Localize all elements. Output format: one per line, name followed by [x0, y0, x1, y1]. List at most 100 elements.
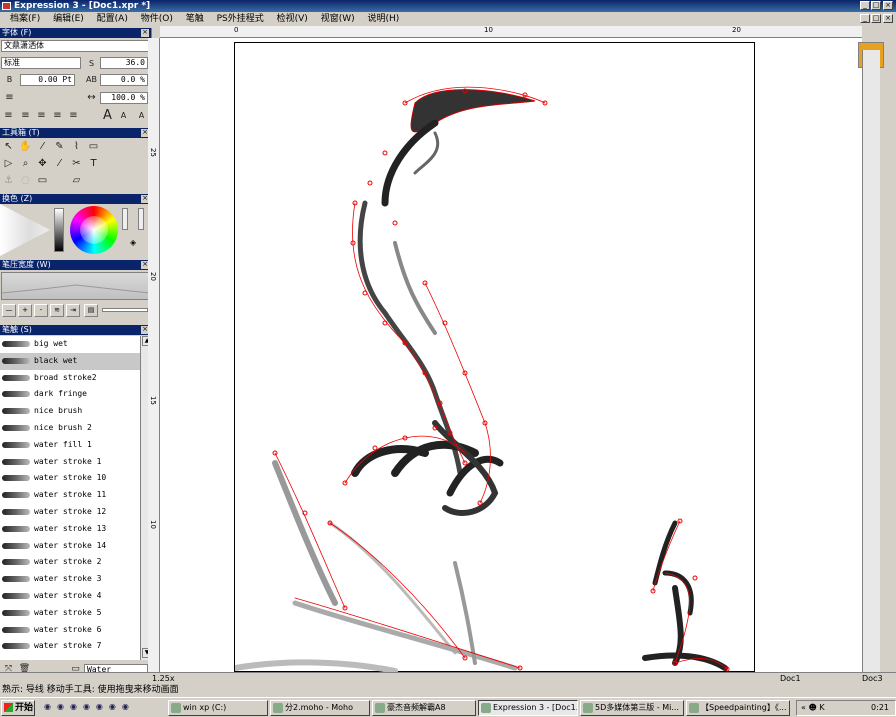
brush-name: water stroke 6	[34, 624, 102, 634]
direct-select-icon[interactable]: ▷	[1, 156, 16, 171]
font-size-input[interactable]: 36.0	[100, 57, 148, 69]
horizontal-ruler[interactable]: 0 10 20	[160, 26, 862, 38]
font-style-select[interactable]: 标准	[1, 57, 81, 69]
brush-icon[interactable]: ⁄	[35, 139, 50, 154]
list-item[interactable]: black wet	[0, 352, 140, 370]
list-item[interactable]: water stroke 5	[0, 605, 140, 622]
task-audio[interactable]: 豪杰音频解霸A8	[372, 700, 476, 716]
text-tool-icon[interactable]: T	[86, 156, 101, 171]
tracking-input[interactable]: 0.0 %	[100, 74, 148, 86]
menu-arrange[interactable]: 配置(A)	[97, 14, 128, 24]
lightness-slider[interactable]	[54, 208, 64, 252]
pen-icon[interactable]: ✎	[52, 139, 67, 154]
artwork[interactable]	[235, 43, 756, 673]
menu-brush[interactable]: 笔触	[186, 14, 204, 24]
menu-object[interactable]: 物件(O)	[141, 14, 173, 24]
list-item[interactable]: water fill 1	[0, 437, 140, 454]
align-force-icon[interactable]: ≡	[66, 108, 81, 123]
bezier-icon[interactable]: ⌇	[69, 139, 84, 154]
import-icon[interactable]: ⇥	[66, 304, 80, 317]
list-item[interactable]: water stroke 11	[0, 487, 140, 504]
menu-ps-plugin[interactable]: PS外挂程式	[217, 14, 264, 24]
list-item[interactable]: water stroke 14	[0, 538, 140, 555]
select-arrow-icon[interactable]: ↖	[1, 139, 16, 154]
brush-name: water stroke 1	[34, 456, 102, 466]
align-left-icon[interactable]: ≡	[1, 108, 16, 123]
opacity-slider[interactable]	[122, 208, 128, 230]
transform-icon[interactable]: ✥	[35, 156, 50, 171]
task-speedpainting[interactable]: 【Speedpainting】《...	[686, 700, 790, 716]
add-point-icon[interactable]: +	[18, 304, 32, 317]
align-right-icon[interactable]: ≡	[34, 108, 49, 123]
export-icon[interactable]: ▤	[84, 304, 98, 317]
document-page[interactable]	[234, 42, 756, 673]
list-item[interactable]: water stroke 12	[0, 504, 140, 521]
list-item[interactable]: water stroke 3	[0, 571, 140, 588]
vertical-ruler[interactable]: 25 20 15 10	[148, 38, 160, 672]
menu-file[interactable]: 档案(F)	[10, 14, 40, 24]
lasso-icon[interactable]: ◌	[18, 173, 33, 188]
start-button[interactable]: 开始	[1, 700, 35, 716]
list-item[interactable]: water stroke 10	[0, 470, 140, 487]
task-expression[interactable]: Expression 3 - [Doc1...	[478, 700, 578, 716]
eraser-icon[interactable]: ▱	[69, 173, 84, 188]
doc-close-button[interactable]: ×	[883, 14, 893, 23]
doc-tab-2[interactable]: Doc3	[862, 673, 883, 684]
task-5d[interactable]: 5D多媒体第三版 - Mi...	[580, 700, 684, 716]
list-item[interactable]: water stroke 1	[0, 454, 140, 471]
list-item[interactable]: water stroke 7	[0, 638, 140, 655]
baseline-input[interactable]: 0.00 Pt	[20, 74, 75, 86]
zoom-level[interactable]: 1.25x	[152, 673, 175, 684]
marquee-icon[interactable]: ▭	[86, 139, 101, 154]
color-swatch[interactable]	[0, 204, 50, 256]
list-item[interactable]: broad stroke2	[0, 370, 140, 387]
list-item[interactable]: nice brush 2	[0, 420, 140, 437]
list-item[interactable]: water stroke 4	[0, 588, 140, 605]
app-icon	[2, 2, 11, 10]
list-item[interactable]: big wet	[0, 336, 140, 353]
list-item[interactable]: water stroke 2	[0, 554, 140, 571]
close-icon[interactable]: ×	[141, 29, 149, 37]
menu-window[interactable]: 视窗(W)	[321, 14, 355, 24]
hand-icon[interactable]: ✋	[18, 139, 33, 154]
align-center-icon[interactable]: ≡	[18, 108, 33, 123]
menu-help[interactable]: 说明(H)	[367, 14, 399, 24]
font-name-select[interactable]: 文鼎潇洒体	[1, 40, 149, 52]
text-superscript-icon[interactable]: A	[116, 108, 131, 123]
task-winxp[interactable]: win xp (C:)	[168, 700, 268, 716]
align-justify-icon[interactable]: ≡	[50, 108, 65, 123]
doc-tab[interactable]: Doc1	[780, 673, 801, 684]
list-item[interactable]: water stroke 6	[0, 622, 140, 639]
rectangle-icon[interactable]: ▭	[35, 173, 50, 188]
close-button[interactable]: ×	[883, 1, 893, 10]
palette-icon[interactable]: ◈	[130, 238, 136, 247]
pressure-slider[interactable]	[102, 308, 148, 312]
color-wheel[interactable]	[70, 206, 118, 254]
eyedropper-icon[interactable]: ⁄	[52, 156, 67, 171]
wave-icon[interactable]: ≋	[50, 304, 64, 317]
list-item[interactable]: dark fringe	[0, 386, 140, 403]
zoom-icon[interactable]: ⌕	[18, 156, 33, 171]
doc-restore-button[interactable]: □	[871, 14, 881, 23]
list-item[interactable]: nice brush	[0, 403, 140, 420]
menu-edit[interactable]: 编辑(E)	[53, 14, 84, 24]
text-large-icon[interactable]: A	[100, 108, 115, 123]
menu-view[interactable]: 检视(V)	[277, 14, 308, 24]
maximize-button[interactable]: □	[871, 1, 881, 10]
canvas-vertical-scrollbar[interactable]	[862, 50, 880, 672]
tray-icons[interactable]: « ☻ K	[801, 701, 825, 715]
list-item[interactable]: water stroke 13	[0, 521, 140, 538]
saturation-slider[interactable]	[138, 208, 144, 230]
pressure-flat-icon[interactable]: —	[2, 304, 16, 317]
minimize-button[interactable]: _	[860, 1, 870, 10]
remove-point-icon[interactable]: -	[34, 304, 48, 317]
text-subscript-icon[interactable]: A	[134, 108, 149, 123]
task-moho[interactable]: 分2.moho - Moho	[270, 700, 370, 716]
scissors-icon[interactable]: ✂	[69, 156, 84, 171]
pressure-curve[interactable]	[1, 272, 150, 300]
scale-input[interactable]: 100.0 %	[100, 92, 148, 104]
leading-icon[interactable]: ≡	[2, 90, 17, 105]
doc-minimize-button[interactable]: _	[860, 14, 870, 23]
anchor-icon[interactable]: ⚓	[1, 173, 16, 188]
quicklaunch-icons[interactable]: ◉◉◉◉◉◉◉	[44, 702, 164, 714]
